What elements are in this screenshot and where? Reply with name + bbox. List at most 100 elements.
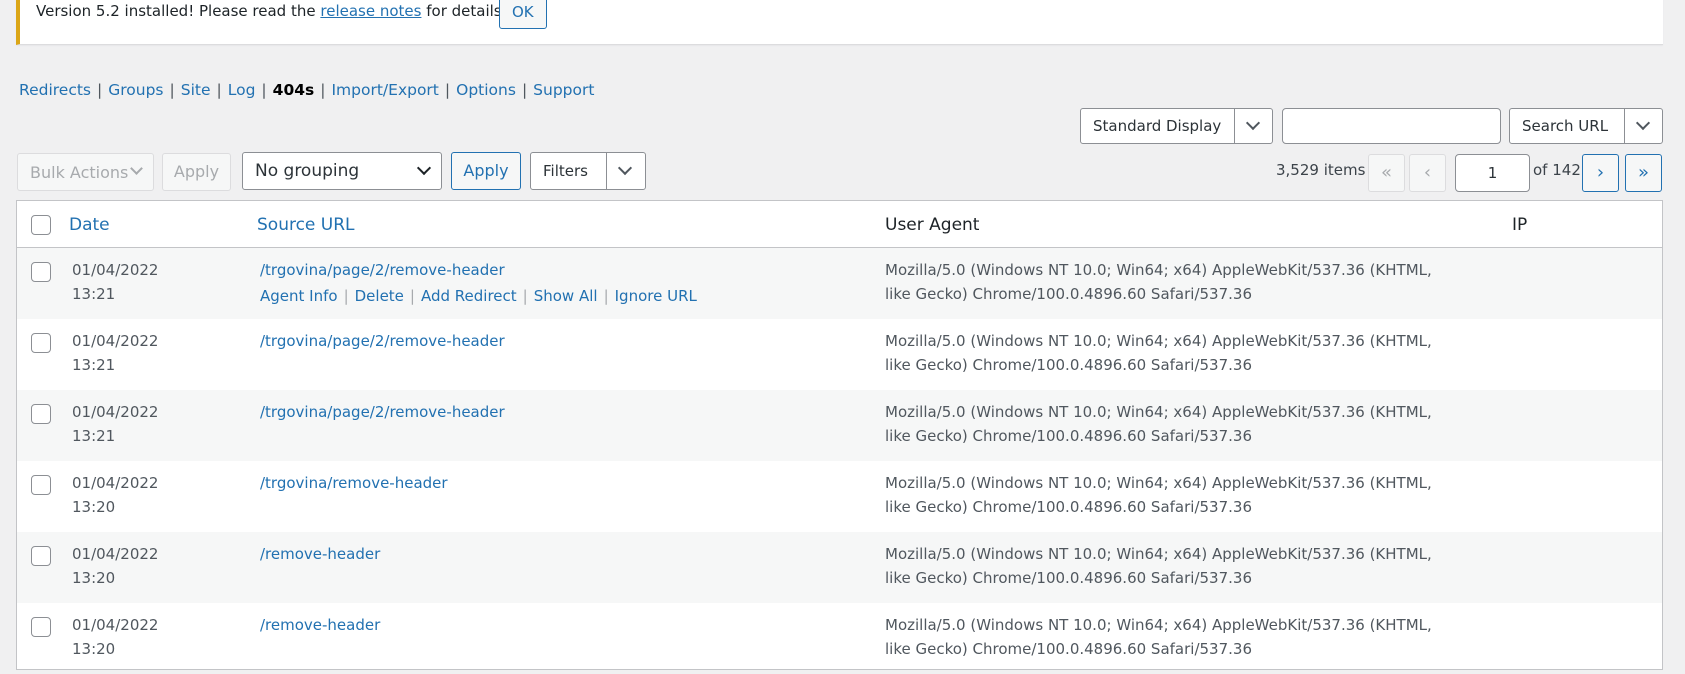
current-page-input[interactable]: [1455, 154, 1530, 192]
row-user-agent: Mozilla/5.0 (Windows NT 10.0; Win64; x64…: [885, 261, 1432, 303]
grouping-select[interactable]: No grouping: [242, 152, 442, 190]
ignore-url-link[interactable]: Ignore URL: [615, 287, 697, 305]
select-divider: [1624, 109, 1625, 143]
next-page-button[interactable]: ›: [1582, 154, 1619, 192]
notice-text-after: for details.: [426, 2, 507, 20]
chevron-down-icon: [416, 160, 432, 176]
display-select[interactable]: Standard Display: [1080, 108, 1273, 144]
row-checkbox[interactable]: [31, 333, 51, 353]
row-checkbox[interactable]: [31, 262, 51, 282]
delete-link[interactable]: Delete: [355, 287, 404, 305]
nav-separator: |: [444, 81, 451, 99]
first-page-button[interactable]: «: [1368, 154, 1405, 192]
action-separator: |: [522, 287, 528, 305]
row-source-url[interactable]: /trgovina/remove-header: [260, 471, 448, 495]
release-notes-link[interactable]: release notes: [320, 2, 421, 20]
row-user-agent: Mozilla/5.0 (Windows NT 10.0; Win64; x64…: [885, 545, 1432, 587]
row-date-day: 01/04/2022: [72, 403, 159, 421]
row-checkbox[interactable]: [31, 404, 51, 424]
chevron-down-icon: [130, 162, 143, 175]
column-user-agent: User Agent: [885, 215, 980, 235]
display-select-label: Standard Display: [1093, 117, 1222, 135]
action-separator: |: [603, 287, 609, 305]
row-source-url[interactable]: /trgovina/page/2/remove-header: [260, 258, 505, 282]
grouping-apply-button[interactable]: Apply: [451, 152, 521, 190]
chevron-down-icon: [1245, 115, 1261, 131]
notice-message: Version 5.2 installed! Please read the r…: [36, 2, 506, 20]
show-all-link[interactable]: Show All: [534, 287, 598, 305]
row-date-day: 01/04/2022: [72, 474, 159, 492]
nav-separator: |: [97, 81, 103, 99]
chevron-down-icon: [617, 160, 633, 176]
row-date-time: 13:20: [72, 569, 116, 587]
search-type-select[interactable]: Search URL: [1509, 108, 1663, 144]
search-input[interactable]: [1282, 108, 1501, 144]
row-source-url[interactable]: /trgovina/page/2/remove-header: [260, 329, 505, 353]
last-page-button[interactable]: »: [1625, 154, 1662, 192]
action-separator: |: [409, 287, 415, 305]
row-checkbox[interactable]: [31, 546, 51, 566]
filters-label: Filters: [543, 162, 588, 180]
agent-info-link[interactable]: Agent Info: [260, 287, 338, 305]
row-date-time: 13:21: [72, 427, 116, 445]
row-date: 01/04/2022 13:21: [72, 329, 182, 377]
row-source-url[interactable]: /remove-header: [260, 613, 380, 637]
notice-text-before: Version 5.2 installed! Please read the: [36, 2, 316, 20]
row-date: 01/04/2022 13:20: [72, 613, 182, 661]
row-source-url[interactable]: /remove-header: [260, 542, 380, 566]
nav-log[interactable]: Log: [228, 81, 256, 99]
table-row: 01/04/2022 13:21 /trgovina/page/2/remove-…: [17, 248, 1662, 319]
nav-separator: |: [216, 81, 222, 99]
nav-groups[interactable]: Groups: [108, 81, 163, 99]
row-user-agent: Mozilla/5.0 (Windows NT 10.0; Win64; x64…: [885, 332, 1432, 374]
column-date[interactable]: Date: [69, 215, 110, 235]
table-row: 01/04/2022 13:21 /trgovina/page/2/remove-…: [17, 390, 1662, 461]
prev-page-button[interactable]: ‹: [1409, 154, 1446, 192]
filters-select[interactable]: Filters: [530, 152, 646, 190]
nav-import-export[interactable]: Import/Export: [331, 81, 438, 99]
row-date-day: 01/04/2022: [72, 261, 159, 279]
nav-support[interactable]: Support: [533, 81, 594, 99]
bulk-apply-button[interactable]: Apply: [162, 153, 231, 191]
table-header: Date Source URL User Agent IP: [17, 201, 1662, 248]
select-all-checkbox[interactable]: [31, 215, 51, 235]
select-divider: [606, 153, 607, 189]
update-notice: Version 5.2 installed! Please read the r…: [16, 0, 1663, 45]
select-divider: [1234, 109, 1235, 143]
action-separator: |: [343, 287, 349, 305]
log-table: Date Source URL User Agent IP 01/04/2022…: [16, 200, 1663, 670]
row-date: 01/04/2022 13:20: [72, 471, 182, 519]
row-source-url[interactable]: /trgovina/page/2/remove-header: [260, 400, 505, 424]
table-row: 01/04/2022 13:20 /trgovina/remove-header …: [17, 461, 1662, 532]
row-checkbox[interactable]: [31, 617, 51, 637]
row-date: 01/04/2022 13:20: [72, 542, 182, 590]
search-type-label: Search URL: [1522, 117, 1609, 135]
row-date: 01/04/2022 13:21: [72, 400, 182, 448]
bulk-actions-select[interactable]: Bulk Actions: [17, 153, 154, 191]
row-date: 01/04/2022 13:21: [72, 258, 182, 306]
notice-ok-button[interactable]: OK: [499, 0, 547, 29]
nav-site[interactable]: Site: [181, 81, 211, 99]
items-count: 3,529 items: [1276, 161, 1366, 179]
subsub-nav: Redirects | Groups | Site | Log | 404s | Import/Ex…: [19, 81, 594, 99]
add-redirect-link[interactable]: Add Redirect: [421, 287, 517, 305]
nav-options[interactable]: Options: [456, 81, 516, 99]
table-row: 01/04/2022 13:20 /remove-header Mozilla/5…: [17, 603, 1662, 674]
row-date-day: 01/04/2022: [72, 332, 159, 350]
row-user-agent: Mozilla/5.0 (Windows NT 10.0; Win64; x64…: [885, 403, 1432, 445]
row-checkbox[interactable]: [31, 475, 51, 495]
nav-404s[interactable]: 404s: [273, 81, 315, 99]
column-source-url[interactable]: Source URL: [257, 215, 355, 235]
nav-redirects[interactable]: Redirects: [19, 81, 91, 99]
row-date-day: 01/04/2022: [72, 616, 159, 634]
row-user-agent: Mozilla/5.0 (Windows NT 10.0; Win64; x64…: [885, 474, 1432, 516]
nav-separator: |: [169, 81, 175, 99]
table-row: 01/04/2022 13:20 /remove-header Mozilla/5…: [17, 532, 1662, 603]
nav-separator: |: [521, 81, 528, 99]
grouping-label: No grouping: [255, 161, 360, 181]
nav-separator: |: [261, 81, 267, 99]
row-date-time: 13:21: [72, 285, 116, 303]
table-row: 01/04/2022 13:21 /trgovina/page/2/remove-…: [17, 319, 1662, 390]
row-date-time: 13:21: [72, 356, 116, 374]
row-date-time: 13:20: [72, 640, 116, 658]
